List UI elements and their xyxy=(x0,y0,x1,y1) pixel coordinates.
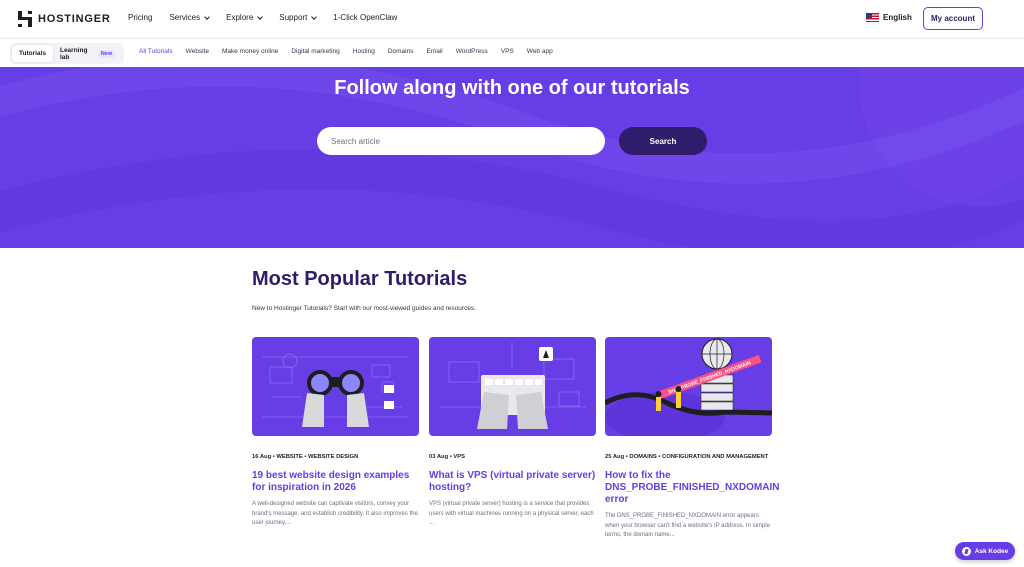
category-tabs: All Tutorials Website Make money online … xyxy=(136,48,553,69)
card-image-binoculars[interactable] xyxy=(252,337,419,436)
menu-label: Support xyxy=(279,13,308,22)
hostinger-logo[interactable]: HOSTINGER xyxy=(18,11,111,27)
category-all-tutorials[interactable]: All Tutorials xyxy=(136,48,176,69)
category-web-app[interactable]: Web app xyxy=(527,48,553,55)
chevron-down-icon xyxy=(311,13,318,20)
chevron-down-icon xyxy=(257,13,264,20)
card-excerpt: A well-designed website can captivate vi… xyxy=(252,501,418,526)
section-switcher: Tutorials Learning lab New xyxy=(10,43,124,64)
tab-label: Learning lab xyxy=(59,46,88,61)
hostinger-logo-icon xyxy=(18,11,32,27)
new-badge: New xyxy=(97,49,115,58)
brand-name: HOSTINGER xyxy=(38,13,111,25)
category-digital-marketing[interactable]: Digital marketing xyxy=(291,48,339,55)
card-image-dns-error[interactable]: DNS_PROBE_FINISHED_NXDOMAIN xyxy=(605,337,772,436)
card-meta: 25 Aug • DOMAINS • CONFIGURATION AND MAN… xyxy=(605,454,769,460)
card-tags[interactable]: DOMAINS • CONFIGURATION AND MANAGEMENT xyxy=(629,454,768,460)
card-excerpt: The DNS_PROBE_FINISHED_NXDOMAIN error ap… xyxy=(605,513,770,538)
search-input[interactable] xyxy=(317,127,605,155)
tutorials-subnav: Tutorials Learning lab New All Tutorials … xyxy=(0,38,1024,69)
ask-kodee-button[interactable]: Ask Kodee xyxy=(955,542,1015,560)
card-tags[interactable]: VPS xyxy=(453,454,465,460)
category-make-money-online[interactable]: Make money online xyxy=(222,48,278,55)
tab-label: Tutorials xyxy=(19,50,46,57)
chevron-down-icon xyxy=(204,13,210,20)
card-date: 25 Aug xyxy=(605,454,625,460)
keyboard-illustration xyxy=(439,342,586,429)
us-flag-icon xyxy=(866,13,879,22)
menu-item-services[interactable]: Services xyxy=(169,13,210,22)
card-meta: 03 Aug • VPS xyxy=(429,454,465,460)
binoculars-illustration xyxy=(262,353,409,427)
card-date: 03 Aug xyxy=(429,454,449,460)
category-domains[interactable]: Domains xyxy=(388,48,414,55)
main-menu: Pricing Services Explore Support 1-Click… xyxy=(128,13,397,22)
card-date: 16 Aug xyxy=(252,454,272,460)
menu-item-support[interactable]: Support xyxy=(279,13,318,22)
menu-label: Explore xyxy=(226,13,254,22)
hero-title: Follow along with one of our tutorials xyxy=(334,77,690,99)
hero-banner: Follow along with one of our tutorials S… xyxy=(0,67,1024,248)
category-vps[interactable]: VPS xyxy=(501,48,514,55)
card-title[interactable]: What is VPS (virtual private server) hos… xyxy=(429,470,596,494)
menu-item-openclaw[interactable]: 1-Click OpenClaw xyxy=(333,13,397,22)
card-tags[interactable]: WEBSITE • WEBSITE DESIGN xyxy=(276,454,358,460)
card-title[interactable]: 19 best website design examples for insp… xyxy=(252,470,419,494)
menu-label: 1-Click OpenClaw xyxy=(333,13,398,22)
menu-item-pricing[interactable]: Pricing xyxy=(128,13,152,22)
card-image-keyboard[interactable] xyxy=(429,337,596,436)
tab-tutorials[interactable]: Tutorials xyxy=(12,45,53,62)
card-meta: 16 Aug • WEBSITE • WEBSITE DESIGN xyxy=(252,454,359,460)
menu-label: Services xyxy=(169,13,201,22)
tutorial-card[interactable]: DNS_PROBE_FINISHED_NXDOMAIN 25 Aug • DOM… xyxy=(605,337,779,541)
language-selector[interactable]: English xyxy=(866,13,912,22)
section-subtitle: New to Hostinger Tutorials? Start with o… xyxy=(252,305,476,312)
section-title: Most Popular Tutorials xyxy=(252,268,468,290)
menu-item-explore[interactable]: Explore xyxy=(226,13,264,22)
tutorial-card[interactable]: 16 Aug • WEBSITE • WEBSITE DESIGN 19 bes… xyxy=(252,337,419,529)
category-wordpress[interactable]: WordPress xyxy=(456,48,488,55)
language-label: English xyxy=(883,13,912,22)
card-excerpt: VPS (virtual private server) hosting is … xyxy=(429,501,594,526)
search-button[interactable]: Search xyxy=(619,127,707,155)
card-title[interactable]: How to fix the DNS_PROBE_FINISHED_NXDOMA… xyxy=(605,470,779,506)
tab-learning-lab[interactable]: Learning lab New xyxy=(53,45,122,62)
kodee-icon xyxy=(961,546,971,556)
my-account-button[interactable]: My account xyxy=(923,7,983,30)
category-hosting[interactable]: Hosting xyxy=(353,48,375,55)
category-email[interactable]: Email xyxy=(426,48,442,55)
tutorial-card[interactable]: 03 Aug • VPS What is VPS (virtual privat… xyxy=(429,337,596,529)
top-navigation: HOSTINGER Pricing Services Explore Suppo… xyxy=(0,0,1024,38)
menu-label: Pricing xyxy=(128,13,153,22)
dns-server-illustration: DNS_PROBE_FINISHED_NXDOMAIN xyxy=(605,338,772,436)
ask-kodee-label: Ask Kodee xyxy=(974,547,1009,555)
category-website[interactable]: Website xyxy=(186,48,209,55)
